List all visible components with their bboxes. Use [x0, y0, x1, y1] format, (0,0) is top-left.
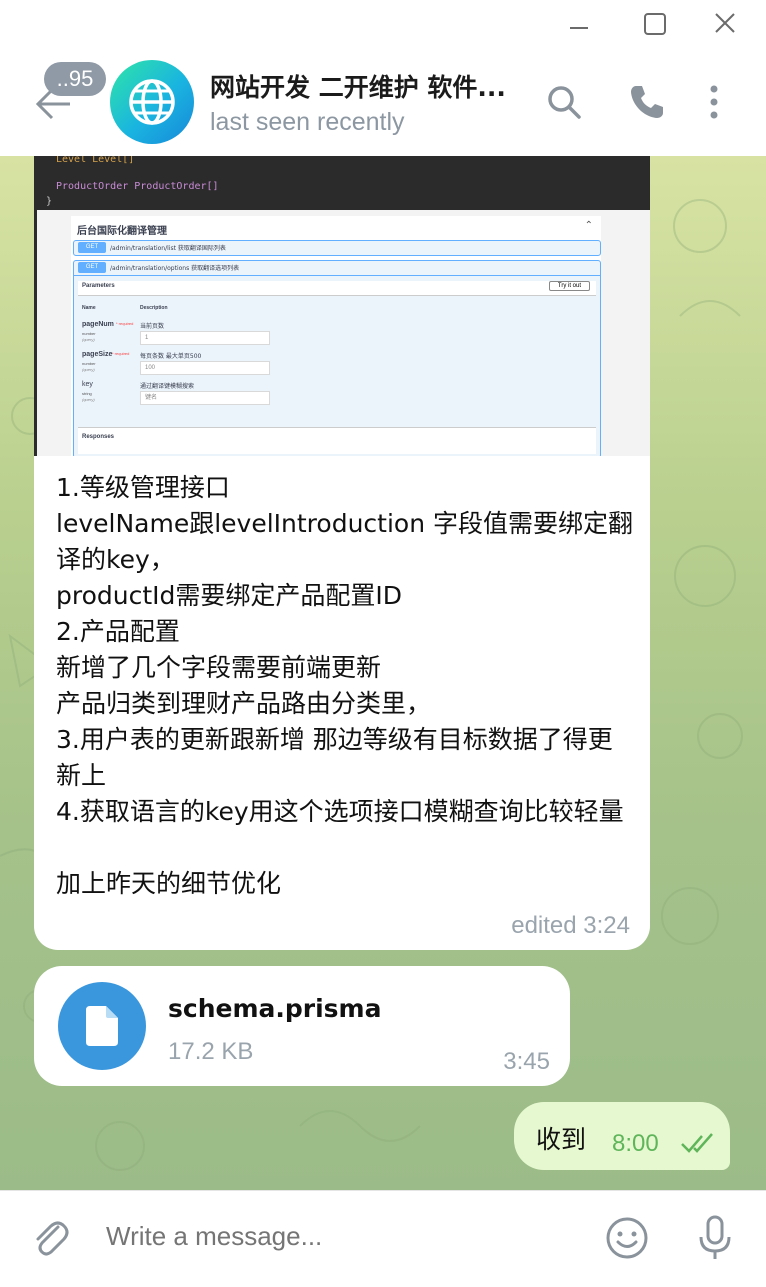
- swagger-param-row: pageSize * required number (query) 每页条数 …: [82, 351, 592, 381]
- file-message-bubble[interactable]: schema.prisma 17.2 KB 3:45: [34, 966, 570, 1086]
- message-text: 1.等级管理接口 levelName跟levelIntroduction 字段值…: [56, 473, 633, 898]
- message-composer: [0, 1190, 766, 1287]
- emoji-icon[interactable]: [604, 1215, 650, 1261]
- close-icon[interactable]: [710, 10, 740, 38]
- double-check-icon: [680, 1130, 720, 1156]
- phone-icon[interactable]: [624, 80, 668, 124]
- code-line: }: [46, 196, 53, 207]
- document-icon: [86, 1006, 118, 1046]
- message-time: 3:45: [503, 1048, 550, 1075]
- file-name[interactable]: schema.prisma: [168, 994, 381, 1023]
- message-time: 8:00: [612, 1130, 659, 1157]
- chevron-up-icon: ⌃: [584, 220, 593, 231]
- outgoing-message-bubble[interactable]: 收到 8:00: [514, 1102, 730, 1170]
- file-size: 17.2 KB: [168, 1038, 254, 1065]
- code-line: Level Level[]: [56, 156, 135, 165]
- swagger-endpoint-row: GET /admin/translation/list 获取翻译国际列表: [73, 240, 601, 256]
- attach-icon[interactable]: [28, 1215, 74, 1261]
- code-line: ProductOrder ProductOrder[]: [56, 181, 219, 192]
- file-download-button[interactable]: [58, 982, 146, 1070]
- swagger-section-title: 后台国际化翻译管理: [77, 226, 167, 237]
- api-doc-screenshot-image[interactable]: 后台国际化翻译管理 ⌃ GET /admin/translation/list …: [34, 210, 650, 456]
- chat-status: last seen recently: [210, 108, 405, 136]
- swagger-endpoint-expanded: GET /admin/translation/options 获取翻译选项列表 …: [73, 260, 601, 456]
- maximize-icon[interactable]: [640, 10, 670, 38]
- unread-count-badge: ..95: [44, 62, 106, 96]
- code-screenshot-image[interactable]: Level Level[] ProductOrder ProductOrder[…: [34, 156, 650, 210]
- chat-title[interactable]: 网站开发 二开维护 软件...: [210, 68, 506, 104]
- chat-header: ..95 网站开发 二开维护 软件... last seen recently: [0, 48, 766, 157]
- minimize-icon[interactable]: [564, 10, 594, 38]
- swagger-param-row: pageNum * required number (query) 当前页数 1: [82, 321, 592, 351]
- chat-area[interactable]: Level Level[] ProductOrder ProductOrder[…: [0, 156, 766, 1190]
- avatar[interactable]: [110, 60, 194, 144]
- swagger-panel: 后台国际化翻译管理 ⌃ GET /admin/translation/list …: [71, 216, 601, 456]
- globe-icon: [129, 79, 175, 125]
- message-input[interactable]: [106, 1221, 566, 1252]
- more-vertical-icon[interactable]: [692, 80, 736, 124]
- message-text: 收到: [536, 1125, 587, 1154]
- microphone-icon[interactable]: [692, 1213, 738, 1263]
- swagger-param-row: key string (query) 通过翻译键模糊搜索 键名: [82, 381, 592, 411]
- message-edited-time: edited 3:24: [511, 912, 630, 939]
- search-icon[interactable]: [542, 80, 586, 124]
- incoming-message-bubble[interactable]: Level Level[] ProductOrder ProductOrder[…: [34, 156, 650, 950]
- window-titlebar: [0, 0, 766, 48]
